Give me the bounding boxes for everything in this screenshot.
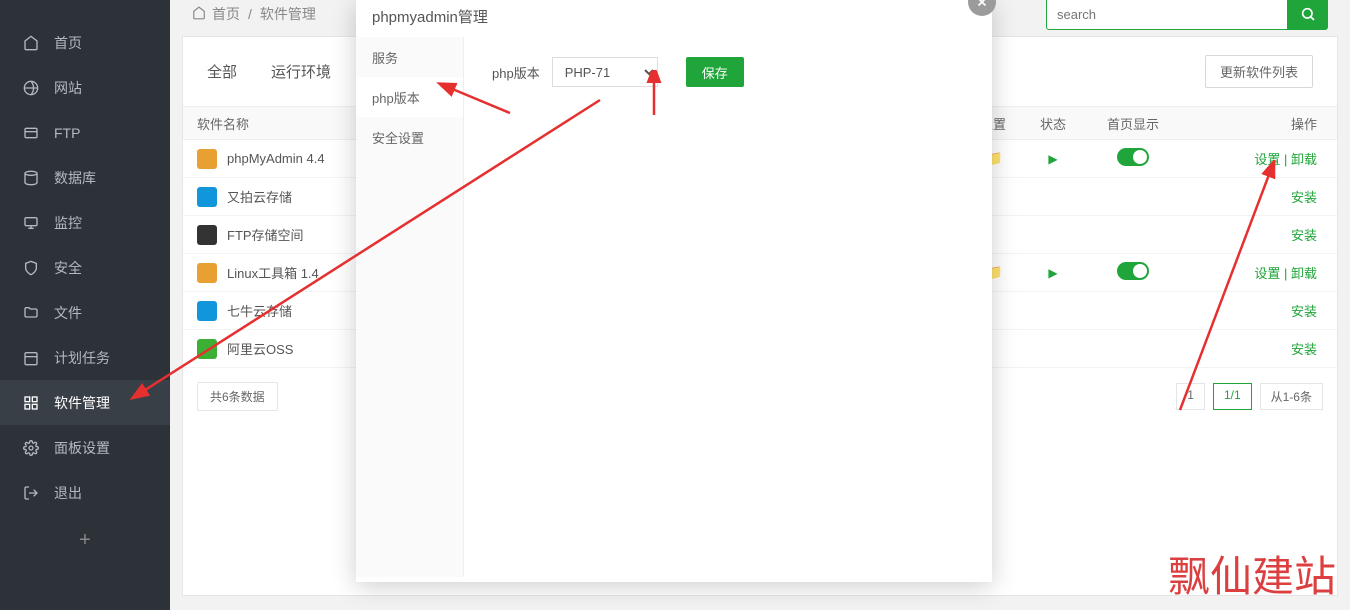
sidebar-item-ftp[interactable]: FTP [0, 110, 170, 155]
shield-icon [22, 259, 40, 277]
toggle-switch[interactable] [1117, 262, 1149, 280]
sidebar-label: 数据库 [54, 168, 96, 188]
modal-body: 服务 php版本 安全设置 php版本 PHP-71 保存 [356, 37, 992, 577]
home-icon [192, 6, 206, 23]
cell-op[interactable]: 安装 [1183, 225, 1337, 244]
cell-op[interactable]: 安装 [1183, 187, 1337, 206]
search-icon [1300, 6, 1316, 22]
sidebar-item-settings[interactable]: 面板设置 [0, 425, 170, 470]
app-icon [197, 225, 217, 245]
sidebar-item-cron[interactable]: 计划任务 [0, 335, 170, 380]
app-name: phpMyAdmin 4.4 [227, 151, 325, 166]
th-op: 操作 [1183, 114, 1337, 133]
app-icon [197, 263, 217, 283]
php-version-select[interactable]: PHP-71 [552, 57, 658, 87]
save-button[interactable]: 保存 [686, 57, 744, 87]
app-name: 又拍云存储 [227, 187, 292, 206]
close-icon [975, 0, 989, 9]
sidebar-item-home[interactable]: 首页 [0, 20, 170, 65]
modal-tabs: 服务 php版本 安全设置 [356, 37, 464, 577]
breadcrumb-home[interactable]: 首页 [212, 4, 240, 24]
database-icon [22, 169, 40, 187]
sidebar-item-security[interactable]: 安全 [0, 245, 170, 290]
app-name: Linux工具箱 1.4 [227, 263, 319, 282]
app-icon [197, 339, 217, 359]
search-button[interactable] [1288, 0, 1328, 30]
toggle-switch[interactable] [1117, 148, 1149, 166]
sidebar-label: 软件管理 [54, 393, 110, 413]
app-icon [197, 187, 217, 207]
th-status: 状态 [1023, 114, 1083, 133]
th-home: 首页显示 [1083, 114, 1183, 133]
sidebar-label: 文件 [54, 303, 82, 323]
play-icon[interactable]: ▶ [1048, 266, 1057, 280]
tab-runtime[interactable]: 运行环境 [271, 61, 331, 82]
sidebar-item-files[interactable]: 文件 [0, 290, 170, 335]
sidebar-item-logout[interactable]: 退出 [0, 470, 170, 515]
sidebar: 首页 网站 FTP 数据库 监控 安全 文件 计划任务 软件管理 面板设置 退出… [0, 0, 170, 610]
cell-op[interactable]: 安装 [1183, 339, 1337, 358]
sidebar-label: 网站 [54, 78, 82, 98]
globe-icon [22, 79, 40, 97]
sidebar-add[interactable]: + [0, 520, 170, 560]
cell-status[interactable]: ▶ [1023, 151, 1083, 166]
cell-op[interactable]: 设置 | 卸载 [1183, 263, 1337, 282]
app-name: 七牛云存储 [227, 301, 292, 320]
search-input[interactable] [1046, 0, 1288, 30]
modal: phpmyadmin管理 服务 php版本 安全设置 php版本 PHP-71 … [356, 0, 992, 582]
pager: 1 1/1 从1-6条 [1176, 383, 1323, 410]
sidebar-label: 退出 [54, 483, 82, 503]
logout-icon [22, 484, 40, 502]
monitor-icon [22, 214, 40, 232]
cell-home[interactable] [1083, 262, 1183, 283]
page-num[interactable]: 1 [1176, 383, 1205, 410]
form-label: php版本 [492, 63, 540, 82]
sidebar-label: 首页 [54, 33, 82, 53]
cell-status[interactable]: ▶ [1023, 265, 1083, 280]
app-name: FTP存储空间 [227, 225, 304, 244]
play-icon[interactable]: ▶ [1048, 152, 1057, 166]
cell-home[interactable] [1083, 148, 1183, 169]
app-icon [197, 149, 217, 169]
sidebar-label: FTP [54, 125, 80, 141]
sidebar-item-database[interactable]: 数据库 [0, 155, 170, 200]
gear-icon [22, 439, 40, 457]
ftp-icon [22, 124, 40, 142]
app-icon [197, 301, 217, 321]
modal-tab-security[interactable]: 安全设置 [356, 117, 463, 157]
cell-op[interactable]: 安装 [1183, 301, 1337, 320]
modal-tab-service[interactable]: 服务 [356, 37, 463, 77]
calendar-icon [22, 349, 40, 367]
form-row: php版本 PHP-71 保存 [492, 57, 964, 87]
breadcrumb-sep: / [248, 6, 252, 22]
sidebar-label: 面板设置 [54, 438, 110, 458]
sidebar-label: 计划任务 [54, 348, 110, 368]
tab-all[interactable]: 全部 [207, 61, 237, 82]
row-count: 共6条数据 [197, 382, 278, 411]
sidebar-item-website[interactable]: 网站 [0, 65, 170, 110]
grid-icon [22, 394, 40, 412]
search-wrap [1046, 0, 1328, 30]
sidebar-label: 安全 [54, 258, 82, 278]
cell-op[interactable]: 设置 | 卸载 [1183, 149, 1337, 168]
page-total: 1/1 [1213, 383, 1252, 410]
page-range: 从1-6条 [1260, 383, 1323, 410]
folder-icon [22, 304, 40, 322]
modal-title: phpmyadmin管理 [356, 0, 992, 37]
modal-tab-phpver[interactable]: php版本 [356, 77, 463, 117]
home-icon [22, 34, 40, 52]
sidebar-label: 监控 [54, 213, 82, 233]
sidebar-item-monitor[interactable]: 监控 [0, 200, 170, 245]
breadcrumb-current: 软件管理 [260, 4, 316, 24]
app-name: 阿里云OSS [227, 339, 293, 358]
sidebar-item-software[interactable]: 软件管理 [0, 380, 170, 425]
update-list-button[interactable]: 更新软件列表 [1205, 55, 1313, 88]
modal-content: php版本 PHP-71 保存 [464, 37, 992, 577]
